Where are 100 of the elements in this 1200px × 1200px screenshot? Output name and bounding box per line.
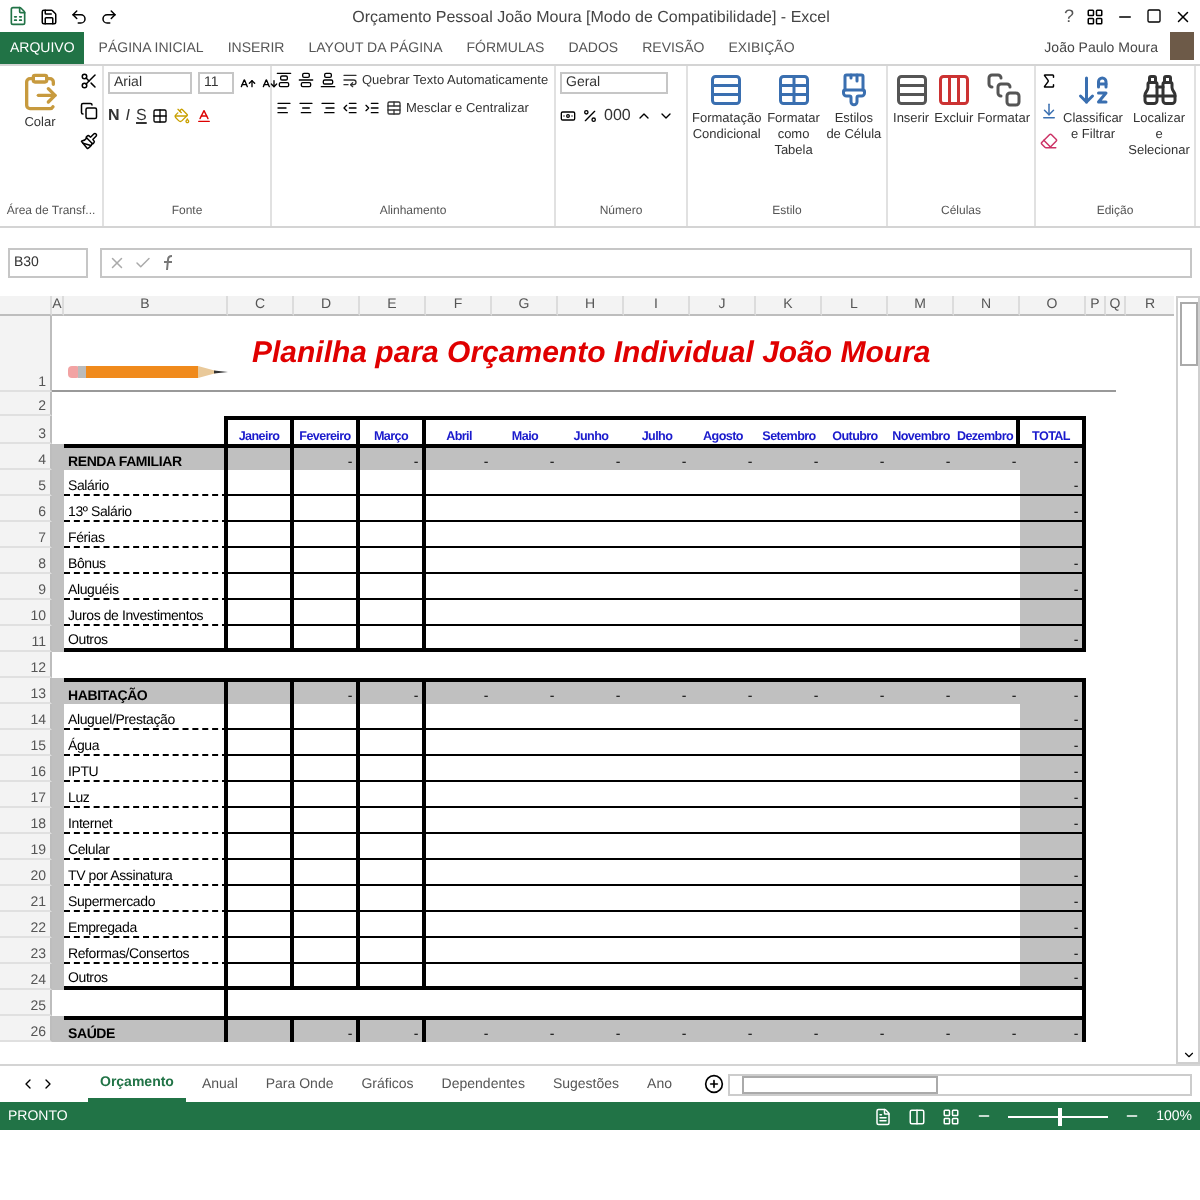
table-cell (294, 470, 360, 496)
copy-icon[interactable] (80, 102, 98, 120)
help-button[interactable]: ? (1063, 6, 1074, 26)
table-cell (360, 938, 426, 964)
table-cell (360, 548, 426, 574)
horizontal-scrollbar[interactable] (728, 1073, 1192, 1095)
save-icon[interactable] (40, 7, 58, 25)
table-cell (228, 522, 294, 548)
table-cell (228, 600, 294, 626)
table-cell (228, 964, 294, 990)
grow-font-icon[interactable] (240, 75, 256, 91)
table-cell (294, 964, 360, 990)
fill-down-icon[interactable] (1040, 102, 1058, 120)
align-right-icon[interactable] (320, 100, 336, 116)
table-cell (228, 496, 294, 522)
page-layout-icon[interactable] (908, 1107, 927, 1125)
table-cell (360, 704, 426, 730)
table-cell (294, 574, 360, 600)
table-cell (228, 860, 294, 886)
table-cell (228, 548, 294, 574)
excel-logo-icon[interactable] (8, 6, 28, 26)
font-style-button[interactable]: I (125, 106, 131, 124)
table-cell (360, 834, 426, 860)
borders-icon[interactable] (152, 107, 169, 123)
font-color-icon[interactable] (196, 107, 213, 123)
add-sheet-icon[interactable] (704, 1074, 725, 1094)
table-cell (228, 886, 294, 912)
eraser-icon[interactable] (1040, 132, 1058, 150)
table-cell (228, 912, 294, 938)
table-cell (294, 938, 360, 964)
table-cell (294, 522, 360, 548)
table-cell (294, 496, 360, 522)
table-cell (360, 496, 426, 522)
table-cell (294, 626, 360, 652)
table-icon (775, 72, 812, 108)
table-cell (228, 834, 294, 860)
table-cell (360, 470, 426, 496)
ribbon-options-icon[interactable] (1086, 7, 1104, 25)
table-cell (228, 704, 294, 730)
normal-view-icon[interactable] (874, 1107, 893, 1125)
table-cell (294, 704, 360, 730)
indent-decrease-icon[interactable] (342, 100, 358, 116)
table-cell (228, 938, 294, 964)
close-icon[interactable] (1174, 7, 1192, 25)
thousands-button[interactable]: 000 (604, 106, 631, 124)
percent-icon[interactable] (582, 107, 598, 123)
scissors-icon[interactable] (80, 72, 98, 90)
conditional-format-icon (708, 72, 745, 108)
table-cell (360, 808, 426, 834)
table-cell (294, 756, 360, 782)
indent-increase-icon[interactable] (364, 100, 380, 116)
table-cell (228, 470, 294, 496)
clipboard-icon (20, 72, 60, 112)
format-icon (985, 72, 1022, 108)
table-cell (294, 834, 360, 860)
table-cell (294, 808, 360, 834)
shrink-font-icon[interactable] (262, 75, 278, 91)
wrap-icon (342, 72, 358, 88)
table-cell (228, 678, 294, 704)
total-cell (1020, 600, 1086, 626)
scroll-down-icon[interactable] (1181, 1048, 1195, 1062)
table-cell (360, 600, 426, 626)
align-middle-icon[interactable] (298, 72, 314, 88)
font-style-button[interactable]: S (136, 106, 147, 124)
table-cell (360, 574, 426, 600)
window-title: Orçamento Pessoal João Moura [Modo de Compatibilidade] - Excel (350, 7, 832, 25)
align-bottom-icon[interactable] (320, 72, 336, 88)
fill-color-icon[interactable] (174, 107, 191, 123)
undo-icon[interactable] (70, 7, 88, 25)
function-icon (160, 253, 178, 271)
scrollbar-thumb[interactable] (1179, 302, 1197, 366)
table-cell (360, 522, 426, 548)
formula-field[interactable] (100, 247, 1192, 277)
align-left-icon[interactable] (276, 100, 292, 116)
redo-icon[interactable] (100, 7, 118, 25)
vertical-scrollbar[interactable] (1176, 296, 1200, 1064)
font-style-button[interactable]: N (108, 106, 120, 124)
page-break-icon[interactable] (942, 1107, 961, 1125)
sum-icon[interactable] (1040, 72, 1058, 90)
align-center-icon[interactable] (298, 100, 314, 116)
delete-icon (935, 72, 972, 108)
table-cell (294, 548, 360, 574)
currency-icon[interactable] (560, 107, 576, 123)
zoom-thumb[interactable] (1058, 1107, 1063, 1125)
cancel-icon (108, 253, 126, 271)
maximize-icon[interactable] (1146, 8, 1162, 24)
paintbrush-icon[interactable] (80, 132, 98, 150)
table-cell (228, 444, 294, 470)
insert-icon (893, 72, 930, 108)
avatar-placeholder (1170, 32, 1194, 60)
table-cell (360, 886, 426, 912)
table-cell (228, 574, 294, 600)
total-cell (1020, 834, 1086, 860)
total-cell (1020, 522, 1086, 548)
scroll-right-icon[interactable] (40, 1076, 56, 1092)
table-cell (228, 756, 294, 782)
table-cell (360, 964, 426, 990)
align-top-icon[interactable] (276, 72, 292, 88)
table-cell (294, 886, 360, 912)
scroll-left-icon[interactable] (20, 1076, 36, 1092)
